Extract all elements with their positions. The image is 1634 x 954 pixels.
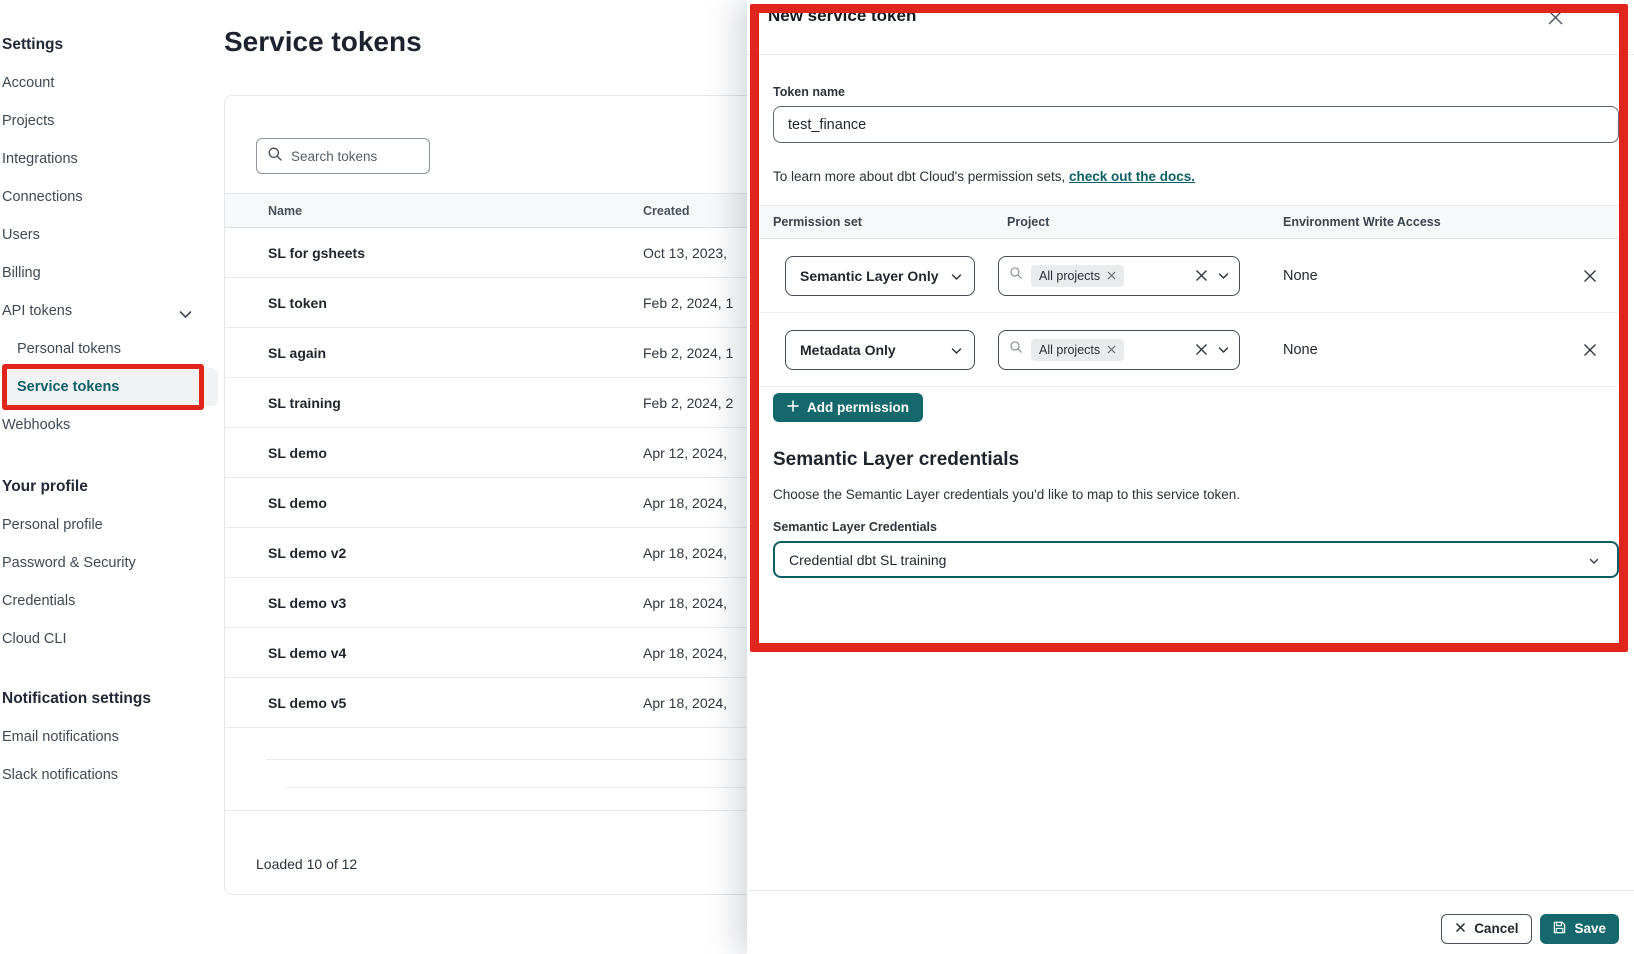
new-service-token-drawer: New service token Token name To learn mo… xyxy=(747,0,1634,954)
env-write-access-value: None xyxy=(1258,268,1552,284)
project-multiselect[interactable]: All projects xyxy=(998,330,1240,370)
settings-sidebar: Settings Account Projects Integrations C… xyxy=(0,0,222,954)
sidebar-item-webhooks[interactable]: Webhooks xyxy=(0,406,222,444)
drawer-body: Token name To learn more about dbt Cloud… xyxy=(747,85,1634,578)
sidebar-item-billing[interactable]: Billing xyxy=(0,254,222,292)
credentials-label: Semantic Layer Credentials xyxy=(773,520,1619,534)
token-name: SL demo v3 xyxy=(225,595,643,611)
save-button[interactable]: Save xyxy=(1540,914,1619,944)
sidebar-heading-settings: Settings xyxy=(0,26,222,64)
token-name: SL demo v5 xyxy=(225,695,643,711)
chip-remove-icon[interactable] xyxy=(1107,269,1116,283)
credentials-value: Credential dbt SL training xyxy=(789,552,946,568)
token-name: SL again xyxy=(225,345,643,361)
token-name: SL demo v4 xyxy=(225,645,643,661)
permission-set-select[interactable]: Metadata Only xyxy=(785,330,975,370)
chevron-down-icon[interactable] xyxy=(1218,341,1229,359)
sidebar-item-credentials[interactable]: Credentials xyxy=(0,582,222,620)
plus-icon xyxy=(787,400,799,415)
sidebar-item-account[interactable]: Account xyxy=(0,64,222,102)
credentials-select[interactable]: Credential dbt SL training xyxy=(773,541,1619,578)
column-header-name: Name xyxy=(225,204,643,218)
permissions-table-header: Permission set Project Environment Write… xyxy=(760,205,1627,239)
add-permission-label: Add permission xyxy=(807,400,909,415)
token-name: SL token xyxy=(225,295,643,311)
sidebar-item-label: Service tokens xyxy=(17,379,119,395)
sidebar-item-email-notifications[interactable]: Email notifications xyxy=(0,718,222,756)
row-delete-icon[interactable] xyxy=(1575,335,1605,365)
token-name-label: Token name xyxy=(773,85,1619,99)
token-name: SL demo v2 xyxy=(225,545,643,561)
chip-remove-icon[interactable] xyxy=(1107,343,1116,357)
sidebar-item-projects[interactable]: Projects xyxy=(0,102,222,140)
clear-selection-icon[interactable] xyxy=(1195,343,1208,356)
x-icon xyxy=(1455,921,1466,936)
screen: Settings Account Projects Integrations C… xyxy=(0,0,1634,954)
drawer-header: New service token xyxy=(747,0,1634,55)
drawer-footer: Cancel Save xyxy=(747,890,1634,954)
save-label: Save xyxy=(1574,921,1606,936)
cancel-button[interactable]: Cancel xyxy=(1441,914,1532,944)
chevron-down-icon xyxy=(179,307,192,316)
row-delete-icon[interactable] xyxy=(1575,261,1605,291)
search-tokens-box xyxy=(256,138,430,174)
column-header-permission-set: Permission set xyxy=(760,215,998,229)
permission-row: Metadata Only All projects xyxy=(760,313,1627,387)
permissions-table: Permission set Project Environment Write… xyxy=(760,205,1627,387)
sidebar-item-api-tokens[interactable]: API tokens xyxy=(0,292,192,330)
save-icon xyxy=(1553,921,1566,937)
sidebar-item-label: API tokens xyxy=(2,303,72,319)
sidebar-item-integrations[interactable]: Integrations xyxy=(0,140,222,178)
permission-set-select[interactable]: Semantic Layer Only xyxy=(785,256,975,296)
close-icon[interactable] xyxy=(1544,6,1566,28)
sidebar-item-users[interactable]: Users xyxy=(0,216,222,254)
sidebar-item-cloud-cli[interactable]: Cloud CLI xyxy=(0,620,222,658)
sidebar-item-service-tokens[interactable]: Service tokens xyxy=(5,368,218,406)
sidebar-heading-notification-settings: Notification settings xyxy=(0,680,222,718)
token-name: SL training xyxy=(225,395,643,411)
chevron-down-icon xyxy=(1589,552,1599,568)
project-multiselect[interactable]: All projects xyxy=(998,256,1240,296)
env-write-access-value: None xyxy=(1258,342,1552,358)
sidebar-item-password-security[interactable]: Password & Security xyxy=(0,544,222,582)
token-name: SL demo xyxy=(225,445,643,461)
project-chip: All projects xyxy=(1031,339,1124,361)
sidebar-heading-your-profile: Your profile xyxy=(0,468,222,506)
sidebar-item-slack-notifications[interactable]: Slack notifications xyxy=(0,756,222,794)
docs-line: To learn more about dbt Cloud's permissi… xyxy=(773,169,1619,184)
semantic-layer-heading: Semantic Layer credentials xyxy=(773,449,1619,471)
search-input[interactable] xyxy=(291,149,411,164)
docs-link[interactable]: check out the docs. xyxy=(1069,169,1195,184)
project-chip: All projects xyxy=(1031,265,1124,287)
drawer-title: New service token xyxy=(768,6,916,26)
sidebar-item-personal-tokens[interactable]: Personal tokens xyxy=(0,330,222,368)
search-icon xyxy=(267,146,283,167)
token-name-field[interactable] xyxy=(773,106,1619,143)
project-chip-label: All projects xyxy=(1039,343,1100,357)
token-name: SL demo xyxy=(225,495,643,511)
sidebar-item-connections[interactable]: Connections xyxy=(0,178,222,216)
loaded-status: Loaded 10 of 12 xyxy=(256,856,357,872)
permission-set-value: Metadata Only xyxy=(800,342,896,358)
clear-selection-icon[interactable] xyxy=(1195,269,1208,282)
permission-set-value: Semantic Layer Only xyxy=(800,268,939,284)
add-permission-button[interactable]: Add permission xyxy=(773,393,923,422)
chevron-down-icon xyxy=(951,268,962,284)
docs-text: To learn more about dbt Cloud's permissi… xyxy=(773,169,1065,184)
column-header-project: Project xyxy=(998,215,1258,229)
semantic-layer-description: Choose the Semantic Layer credentials yo… xyxy=(773,487,1619,502)
search-icon xyxy=(1009,340,1023,359)
search-icon xyxy=(1009,266,1023,285)
chevron-down-icon xyxy=(951,342,962,358)
permission-row: Semantic Layer Only All pro xyxy=(760,239,1627,313)
project-chip-label: All projects xyxy=(1039,269,1100,283)
sidebar-item-personal-profile[interactable]: Personal profile xyxy=(0,506,222,544)
token-name: SL for gsheets xyxy=(225,245,643,261)
cancel-label: Cancel xyxy=(1474,921,1518,936)
chevron-down-icon[interactable] xyxy=(1218,267,1229,285)
column-header-env-write: Environment Write Access xyxy=(1258,215,1552,229)
